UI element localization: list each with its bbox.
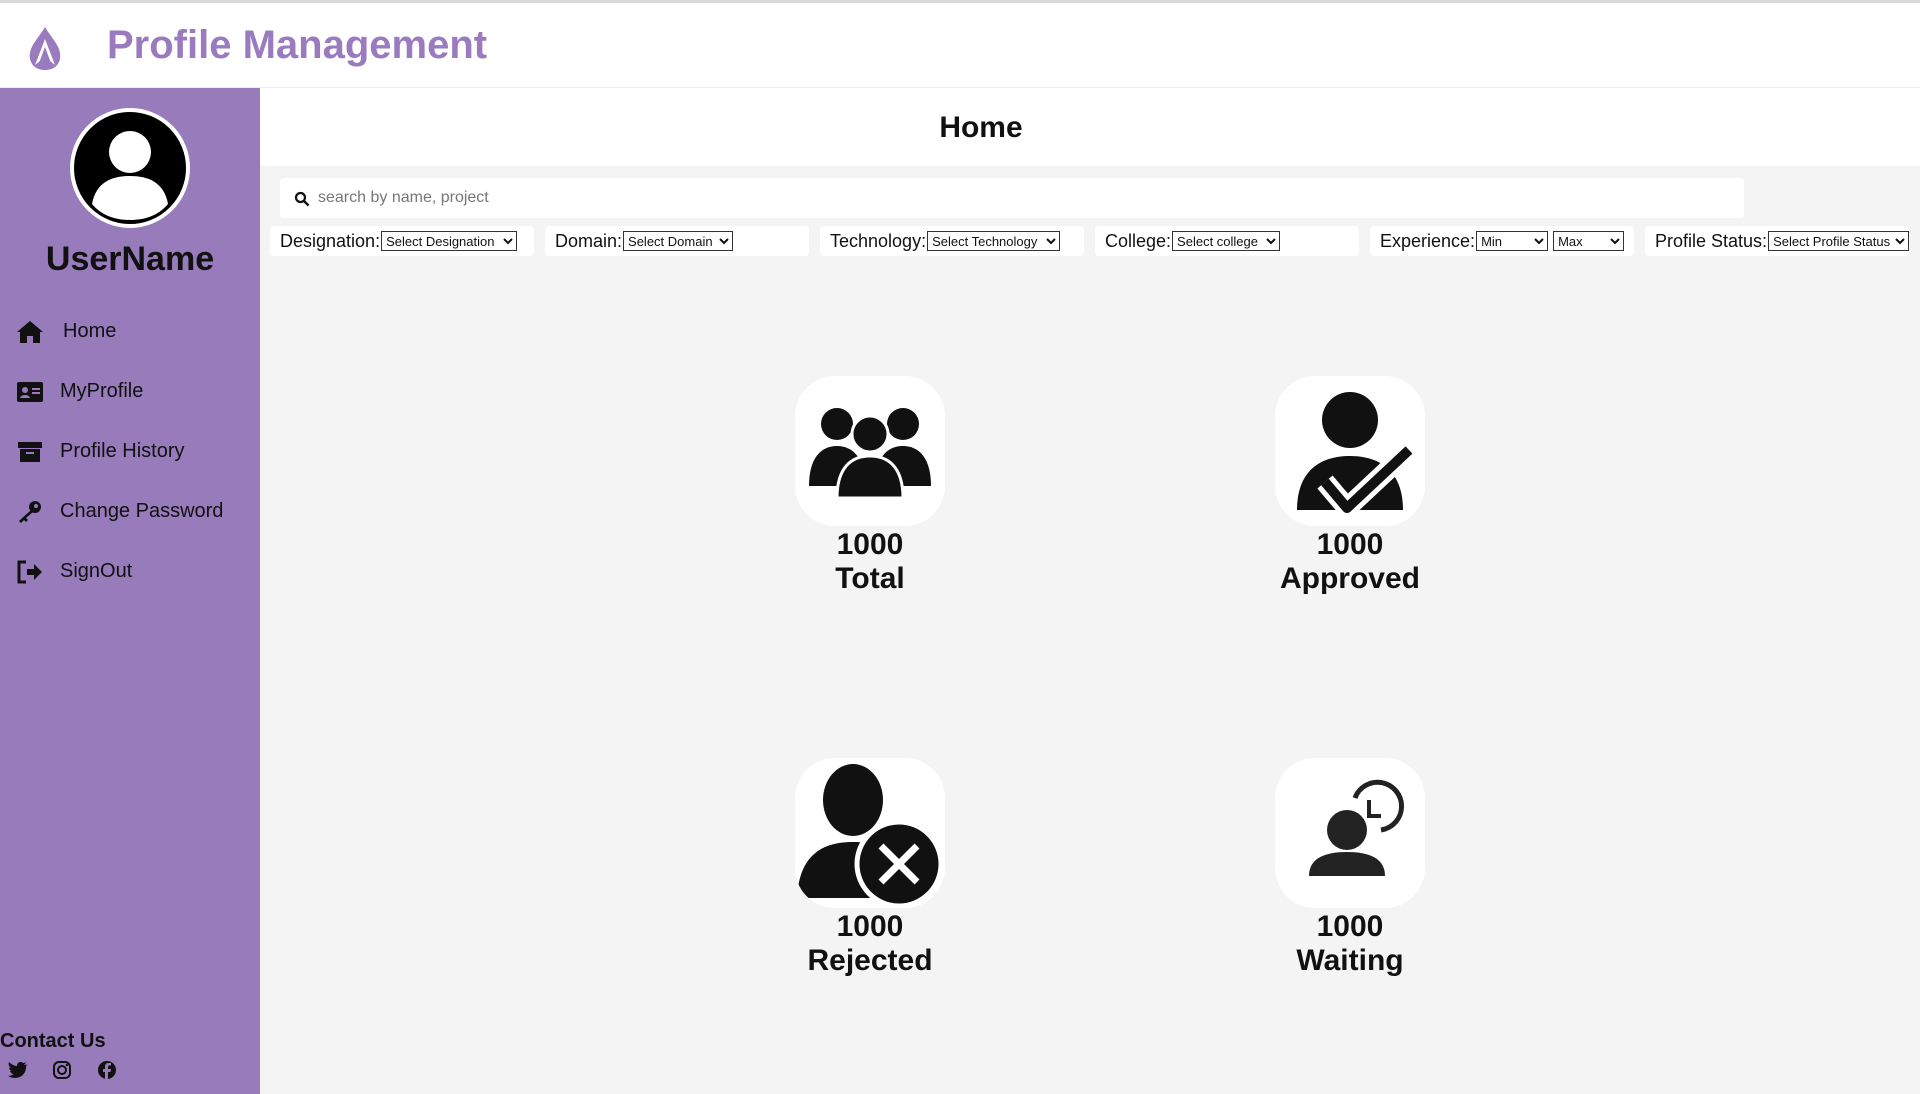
sidebar-item-profile-history[interactable]: Profile History: [0, 430, 260, 474]
page-title: Home: [939, 111, 1023, 144]
college-filter: College: Select college: [1095, 226, 1359, 256]
archive-icon: [18, 442, 42, 462]
user-clock-icon: [1309, 779, 1404, 876]
search-icon: [294, 191, 310, 207]
user-check-icon: [1297, 392, 1416, 518]
approved-label: Approved: [1279, 562, 1420, 595]
user-reject-icon: [797, 764, 944, 908]
waiting-card-button[interactable]: [1275, 758, 1425, 908]
sidebar-item-myprofile[interactable]: MyProfile: [0, 370, 260, 414]
sidebar-item-label: Home: [63, 320, 117, 342]
contact-us-heading: Contact Us: [0, 1030, 106, 1052]
sidebar-item-signout[interactable]: SignOut: [0, 550, 260, 594]
experience-min-select[interactable]: Min: [1476, 231, 1549, 251]
sidebar-item-label: MyProfile: [60, 380, 144, 402]
college-select[interactable]: Select college: [1172, 231, 1281, 251]
twitter-icon[interactable]: [8, 1060, 28, 1080]
rejected-count: 1000: [836, 910, 904, 943]
approved-card-button[interactable]: [1275, 376, 1425, 526]
page-title-bar: Home: [260, 88, 1920, 166]
profile-status-filter: Profile Status: Select Profile Status: [1645, 226, 1909, 256]
profile-status-select[interactable]: Select Profile Status: [1768, 231, 1909, 251]
search-bar[interactable]: [280, 178, 1744, 218]
user-avatar-icon: [92, 131, 168, 220]
designation-select[interactable]: Select Designation: [381, 231, 518, 251]
experience-label: Experience:: [1380, 230, 1476, 251]
waiting-label: Waiting: [1296, 944, 1404, 977]
technology-label: Technology:: [830, 230, 927, 251]
key-icon: [19, 501, 41, 523]
sidebar: UserName Home MyProfile Profile History: [0, 88, 260, 1094]
home-icon: [17, 321, 43, 343]
waiting-count: 1000: [1316, 910, 1384, 943]
total-card-button[interactable]: [795, 376, 945, 526]
app-header: Profile Management: [0, 3, 1920, 88]
experience-max-select[interactable]: Max: [1553, 231, 1625, 251]
facebook-icon[interactable]: [97, 1060, 117, 1080]
sidebar-item-change-password[interactable]: Change Password: [0, 490, 260, 534]
technology-filter: Technology: Select Technology: [820, 226, 1084, 256]
id-card-icon: [17, 382, 43, 402]
app-title: Profile Management: [107, 23, 488, 67]
rejected-label: Rejected: [807, 944, 933, 977]
sidebar-item-label: Profile History: [60, 440, 185, 462]
sidebar-item-label: Change Password: [60, 500, 224, 522]
sidebar-item-label: SignOut: [60, 560, 133, 582]
technology-select[interactable]: Select Technology: [927, 231, 1061, 251]
instagram-icon[interactable]: [52, 1060, 72, 1080]
approved-count: 1000: [1316, 528, 1384, 561]
total-count: 1000: [836, 528, 904, 561]
domain-label: Domain:: [555, 230, 623, 251]
username: UserName: [45, 240, 215, 278]
domain-filter: Domain: Select Domain: [545, 226, 809, 256]
rejected-card-button[interactable]: [795, 758, 945, 908]
search-input[interactable]: [318, 184, 1718, 212]
college-label: College:: [1105, 230, 1172, 251]
main-content: Home Designation: Select Designation Dom…: [260, 88, 1920, 1094]
profile-status-label: Profile Status:: [1655, 230, 1768, 251]
users-group-icon: [809, 408, 931, 500]
experience-filter: Experience: Min Max: [1370, 226, 1634, 256]
sign-out-icon: [17, 560, 42, 584]
sidebar-item-home[interactable]: Home: [0, 310, 260, 354]
avatar[interactable]: [70, 108, 190, 228]
designation-label: Designation:: [280, 230, 381, 251]
flame-logo-icon[interactable]: [22, 25, 68, 71]
total-label: Total: [835, 562, 905, 595]
designation-filter: Designation: Select Designation: [270, 226, 534, 256]
domain-select[interactable]: Select Domain: [623, 231, 734, 251]
